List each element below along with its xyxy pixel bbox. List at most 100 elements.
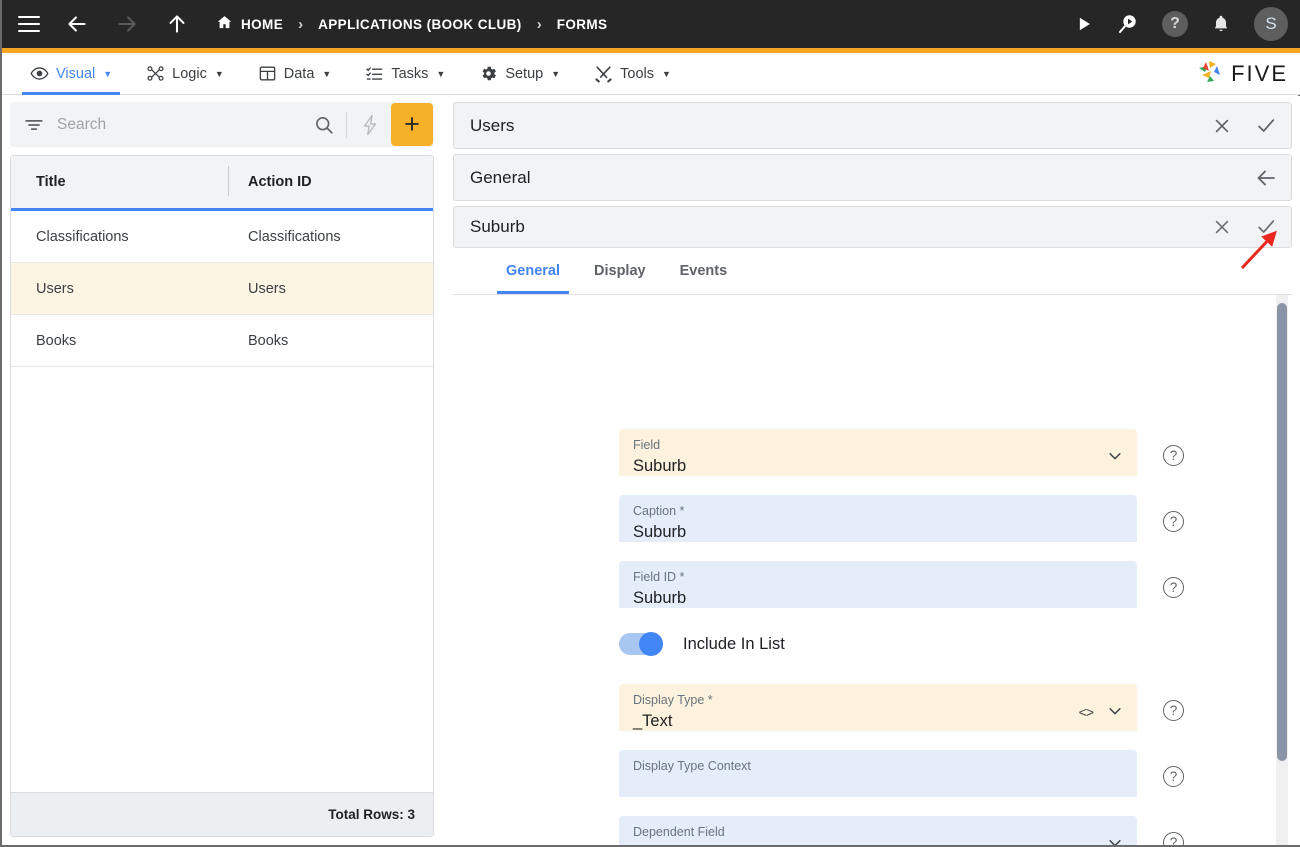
help-icon[interactable]: ? bbox=[1162, 11, 1188, 37]
panel-header-suburb: Suburb bbox=[453, 206, 1292, 248]
right-panel: Users General Suburb General Display Eve… bbox=[445, 96, 1300, 845]
run-play-icon[interactable] bbox=[1074, 14, 1094, 34]
table-row[interactable]: Classifications Classifications bbox=[11, 211, 433, 263]
field-label-field: Field bbox=[633, 438, 661, 452]
tab-general[interactable]: General bbox=[493, 247, 573, 294]
search-toolbar: + bbox=[10, 102, 434, 147]
chevron-down-icon[interactable] bbox=[1106, 447, 1124, 470]
menu-item-tasks[interactable]: Tasks ▼ bbox=[351, 53, 459, 95]
help-icon-field[interactable]: ? bbox=[1163, 445, 1184, 466]
form-row-field-id: Field ID * Suburb ? bbox=[619, 561, 1184, 608]
filter-icon[interactable] bbox=[23, 114, 45, 136]
panel-header-general: General bbox=[453, 154, 1292, 201]
cell-action-id: Books bbox=[248, 332, 289, 349]
five-logo-mark bbox=[1196, 59, 1224, 90]
left-panel: + Title Action ID Classifications Classi… bbox=[2, 96, 443, 845]
breadcrumb-label-forms: FORMS bbox=[556, 16, 608, 32]
toggle-knob bbox=[639, 632, 663, 656]
logic-nodes-icon bbox=[146, 64, 165, 83]
chevron-down-icon: ▼ bbox=[214, 68, 224, 79]
menu-item-visual[interactable]: Visual ▼ bbox=[16, 53, 126, 95]
code-brackets-icon[interactable]: <> bbox=[1079, 704, 1094, 720]
grid-header-row: Title Action ID bbox=[11, 156, 433, 211]
field-input-display-type-context[interactable]: Display Type Context bbox=[619, 750, 1137, 797]
include-in-list-label: Include In List bbox=[683, 634, 785, 653]
close-icon[interactable] bbox=[1209, 214, 1235, 240]
field-input-field-id[interactable]: Field ID * Suburb bbox=[619, 561, 1137, 608]
breadcrumb-label-home: HOME bbox=[241, 16, 284, 32]
help-icon-display-type[interactable]: ? bbox=[1163, 700, 1184, 721]
field-value-caption: Suburb bbox=[633, 523, 687, 541]
gear-icon bbox=[479, 64, 498, 83]
form-fields-area: Field Suburb ? Caption * Suburb ? Field … bbox=[453, 295, 1292, 845]
form-row-include-in-list: Include In List ? bbox=[619, 632, 1292, 656]
active-underline bbox=[22, 91, 121, 95]
help-icon-caption[interactable]: ? bbox=[1163, 511, 1184, 532]
chevron-down-icon[interactable] bbox=[1106, 702, 1124, 725]
table-row[interactable]: Users Users bbox=[11, 263, 433, 315]
menu-label-tasks: Tasks bbox=[391, 65, 429, 82]
tab-events[interactable]: Events bbox=[667, 247, 741, 294]
breadcrumb-item-home[interactable]: HOME bbox=[216, 14, 283, 34]
grid-footer: Total Rows: 3 bbox=[11, 792, 433, 836]
search-input[interactable] bbox=[57, 115, 313, 134]
nav-forward-icon[interactable] bbox=[114, 11, 140, 37]
form-scrollbar[interactable] bbox=[1276, 295, 1288, 845]
back-arrow-icon[interactable] bbox=[1253, 165, 1279, 191]
tab-label-display: Display bbox=[594, 262, 646, 279]
panel-header-users: Users bbox=[453, 102, 1292, 149]
breadcrumb-item-applications[interactable]: APPLICATIONS (BOOK CLUB) bbox=[318, 17, 522, 32]
breadcrumb-item-forms[interactable]: FORMS bbox=[557, 17, 608, 32]
menu-item-data[interactable]: Data ▼ bbox=[244, 53, 346, 95]
field-input-caption[interactable]: Caption * Suburb bbox=[619, 495, 1137, 542]
form-row-caption: Caption * Suburb ? bbox=[619, 495, 1184, 542]
nav-back-icon[interactable] bbox=[64, 11, 90, 37]
field-value-display-type: _Text bbox=[633, 712, 673, 730]
search-icon[interactable] bbox=[313, 114, 335, 136]
field-select-display-type[interactable]: Display Type * _Text <> bbox=[619, 684, 1137, 731]
top-bar-actions: ? S bbox=[1074, 0, 1288, 48]
confirm-check-icon[interactable] bbox=[1253, 113, 1279, 139]
help-icon-display-type-context[interactable]: ? bbox=[1163, 766, 1184, 787]
hamburger-menu-icon[interactable] bbox=[18, 16, 40, 32]
menu-item-tools[interactable]: Tools ▼ bbox=[580, 53, 685, 95]
search-run-icon[interactable] bbox=[1116, 12, 1140, 36]
form-row-display-type: Display Type * _Text <> ? bbox=[619, 684, 1184, 731]
cell-title: Users bbox=[36, 280, 74, 297]
breadcrumb: HOME › APPLICATIONS (BOOK CLUB) › FORMS bbox=[216, 14, 607, 34]
field-select-dependent-field[interactable]: Dependent Field bbox=[619, 816, 1137, 845]
menu-item-setup[interactable]: Setup ▼ bbox=[465, 53, 574, 95]
eye-icon bbox=[30, 64, 49, 83]
panel-title-suburb: Suburb bbox=[470, 217, 525, 236]
chevron-down-icon: ▼ bbox=[662, 68, 671, 79]
chevron-down-icon[interactable] bbox=[1106, 834, 1124, 845]
panel-actions-suburb bbox=[1209, 214, 1279, 240]
notifications-bell-icon[interactable] bbox=[1210, 13, 1232, 35]
tab-label-events: Events bbox=[679, 262, 728, 279]
tab-bar: General Display Events bbox=[453, 248, 1292, 295]
help-icon-dependent-field[interactable]: ? bbox=[1163, 832, 1184, 845]
avatar[interactable]: S bbox=[1254, 7, 1288, 41]
checklist-icon bbox=[365, 64, 384, 83]
menu-label-setup: Setup bbox=[505, 65, 544, 82]
help-icon-field-id[interactable]: ? bbox=[1163, 577, 1184, 598]
close-icon[interactable] bbox=[1209, 113, 1235, 139]
confirm-check-icon[interactable] bbox=[1253, 214, 1279, 240]
chevron-down-icon: ▼ bbox=[551, 68, 561, 79]
column-header-action-id[interactable]: Action ID bbox=[229, 174, 312, 190]
add-button[interactable]: + bbox=[391, 103, 433, 146]
include-in-list-toggle[interactable] bbox=[619, 632, 663, 656]
lightning-bolt-icon[interactable] bbox=[358, 113, 382, 137]
field-select-field[interactable]: Field Suburb bbox=[619, 429, 1137, 476]
column-header-title[interactable]: Title bbox=[11, 166, 229, 196]
tab-display[interactable]: Display bbox=[581, 247, 659, 294]
table-row[interactable]: Books Books bbox=[11, 315, 433, 367]
total-rows-label: Total Rows: 3 bbox=[328, 807, 415, 822]
chevron-down-icon: ▼ bbox=[436, 68, 446, 79]
scrollbar-thumb[interactable] bbox=[1277, 303, 1287, 761]
field-label-caption: Caption * bbox=[633, 504, 685, 518]
breadcrumb-separator: › bbox=[298, 15, 304, 33]
top-bar: HOME › APPLICATIONS (BOOK CLUB) › FORMS … bbox=[2, 0, 1300, 48]
nav-up-icon[interactable] bbox=[164, 11, 190, 37]
menu-item-logic[interactable]: Logic ▼ bbox=[132, 53, 238, 95]
